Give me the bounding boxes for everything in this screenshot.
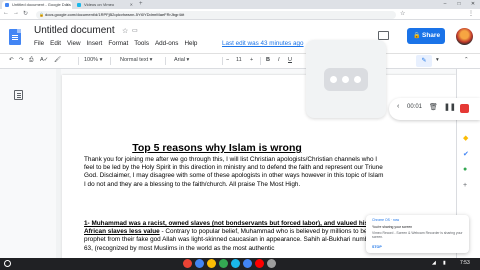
- forward-icon[interactable]: →: [13, 10, 19, 16]
- menu-tools[interactable]: Tools: [134, 40, 149, 49]
- tab-label: Videos on Vimeo: [84, 2, 115, 7]
- document-heading: Top 5 reasons why Islam is wrong: [132, 142, 302, 154]
- back-icon[interactable]: ←: [3, 10, 9, 16]
- divider: [110, 57, 111, 65]
- divider: [165, 57, 166, 65]
- recorder-overlay[interactable]: [306, 40, 386, 118]
- font-select[interactable]: Arial ▾: [174, 57, 189, 63]
- lock-icon: 🔒: [413, 33, 421, 39]
- move-to-folder-icon[interactable]: ▭: [132, 27, 138, 34]
- undo-icon[interactable]: ↶: [9, 57, 14, 63]
- launcher-icon[interactable]: [4, 260, 11, 267]
- wifi-icon[interactable]: ◢: [432, 260, 436, 266]
- menu-bar: File Edit View Insert Format Tools Add-o…: [34, 40, 197, 49]
- zoom-select[interactable]: 100% ▾: [84, 57, 102, 63]
- bookmark-star-icon[interactable]: ☆: [400, 10, 405, 17]
- vertical-ruler: [56, 69, 61, 270]
- minimize-button[interactable]: –: [438, 0, 452, 9]
- notification-body: Vimeo Record - Screen & Webcam Recorder …: [372, 231, 463, 239]
- editing-mode-icon[interactable]: ✎: [416, 55, 432, 67]
- youtube-app-icon[interactable]: [255, 259, 264, 268]
- font-size-field[interactable]: 11: [236, 57, 242, 63]
- font-size-increase-icon[interactable]: +: [250, 57, 253, 63]
- docs-logo-icon[interactable]: [9, 29, 21, 45]
- system-shelf: [0, 258, 480, 270]
- notification-stop-button[interactable]: STOP: [372, 245, 382, 249]
- browser-menu-icon[interactable]: ⋮: [468, 10, 474, 17]
- new-tab-icon[interactable]: +: [139, 1, 143, 7]
- tab-docs[interactable]: Untitled document - Google Docs ✕: [2, 1, 72, 9]
- italic-icon[interactable]: I: [278, 57, 280, 63]
- delete-icon[interactable]: 🗑: [429, 103, 438, 111]
- document-outline-icon[interactable]: [14, 90, 23, 100]
- share-button[interactable]: 🔒 Share: [407, 28, 445, 44]
- maps-icon[interactable]: ●: [463, 166, 467, 173]
- play-store-icon[interactable]: [219, 259, 228, 268]
- docs-favicon-icon: [5, 3, 9, 7]
- expand-toolbar-icon[interactable]: ▾: [436, 57, 439, 63]
- close-tab-icon[interactable]: ✕: [130, 1, 133, 9]
- tab-vimeo[interactable]: Videos on Vimeo ✕: [74, 1, 136, 9]
- url-text: docs.google.com/document/d/1RPFjB2qdcvhw…: [45, 12, 185, 17]
- paint-format-icon[interactable]: 🖌: [54, 57, 61, 63]
- chrome-app-icon[interactable]: [183, 259, 192, 268]
- underline-icon[interactable]: U: [288, 57, 292, 63]
- menu-file[interactable]: File: [34, 40, 44, 49]
- docs-app-icon[interactable]: [195, 259, 204, 268]
- notification-app: Chrome OS · now: [372, 218, 400, 222]
- stop-recording-button[interactable]: [460, 104, 469, 113]
- divider: [260, 57, 261, 65]
- notification-title: You're sharing your screen: [372, 225, 413, 229]
- menu-format[interactable]: Format: [108, 40, 128, 49]
- vimeo-favicon-icon: [77, 3, 81, 7]
- avatar[interactable]: [456, 28, 473, 45]
- font-size-decrease-icon[interactable]: −: [226, 57, 229, 63]
- bold-icon[interactable]: B: [266, 57, 270, 63]
- tab-strip: [0, 0, 480, 9]
- collapse-icon[interactable]: ‹: [397, 103, 399, 110]
- last-edit-link[interactable]: Last edit was 43 minutes ago: [222, 40, 304, 47]
- system-clock[interactable]: 7:53: [460, 260, 470, 266]
- collapse-header-icon[interactable]: ⌃: [464, 57, 469, 63]
- document-paragraph: 1- Muhammad was a racist, owned slaves (…: [84, 220, 384, 253]
- spellcheck-icon[interactable]: A✓: [40, 57, 48, 63]
- document-title[interactable]: Untitled document: [34, 25, 115, 36]
- style-select[interactable]: Normal text ▾: [120, 57, 152, 63]
- screen-share-notification: Chrome OS · now You're sharing your scre…: [366, 215, 469, 253]
- reload-icon[interactable]: ↻: [23, 10, 28, 17]
- settings-app-icon[interactable]: [267, 259, 276, 268]
- close-window-button[interactable]: ✕: [466, 0, 480, 9]
- redo-icon[interactable]: ↷: [19, 57, 24, 63]
- share-label: Share: [422, 32, 441, 39]
- battery-icon[interactable]: ▮: [443, 260, 446, 266]
- tasks-icon[interactable]: ✔: [463, 150, 469, 158]
- url-field[interactable]: 🔒 docs.google.com/document/d/1RPFjB2qdcv…: [36, 11, 396, 19]
- vimeo-app-icon[interactable]: [231, 259, 240, 268]
- menu-view[interactable]: View: [67, 40, 81, 49]
- close-tab-icon[interactable]: ✕: [66, 1, 69, 9]
- divider: [78, 57, 79, 65]
- menu-insert[interactable]: Insert: [87, 40, 103, 49]
- tab-label: Untitled document - Google Docs: [12, 2, 71, 7]
- star-icon[interactable]: ☆: [122, 27, 128, 35]
- lock-icon: 🔒: [39, 12, 44, 17]
- keep-icon[interactable]: ◆: [463, 134, 468, 142]
- document-paragraph: Thank you for joining me after we go thr…: [84, 156, 384, 188]
- print-icon[interactable]: ⎙: [29, 57, 33, 64]
- maximize-button[interactable]: □: [452, 0, 466, 9]
- drive-app-icon[interactable]: [243, 259, 252, 268]
- files-app-icon[interactable]: [207, 259, 216, 268]
- menu-edit[interactable]: Edit: [50, 40, 61, 49]
- pause-icon[interactable]: ❚❚: [444, 103, 456, 111]
- menu-help[interactable]: Help: [184, 40, 197, 49]
- divider: [222, 57, 223, 65]
- comment-history-icon[interactable]: [378, 31, 389, 40]
- add-on-plus-icon[interactable]: +: [463, 182, 467, 189]
- menu-addons[interactable]: Add-ons: [155, 40, 178, 49]
- recording-timer: 00:01: [407, 104, 423, 110]
